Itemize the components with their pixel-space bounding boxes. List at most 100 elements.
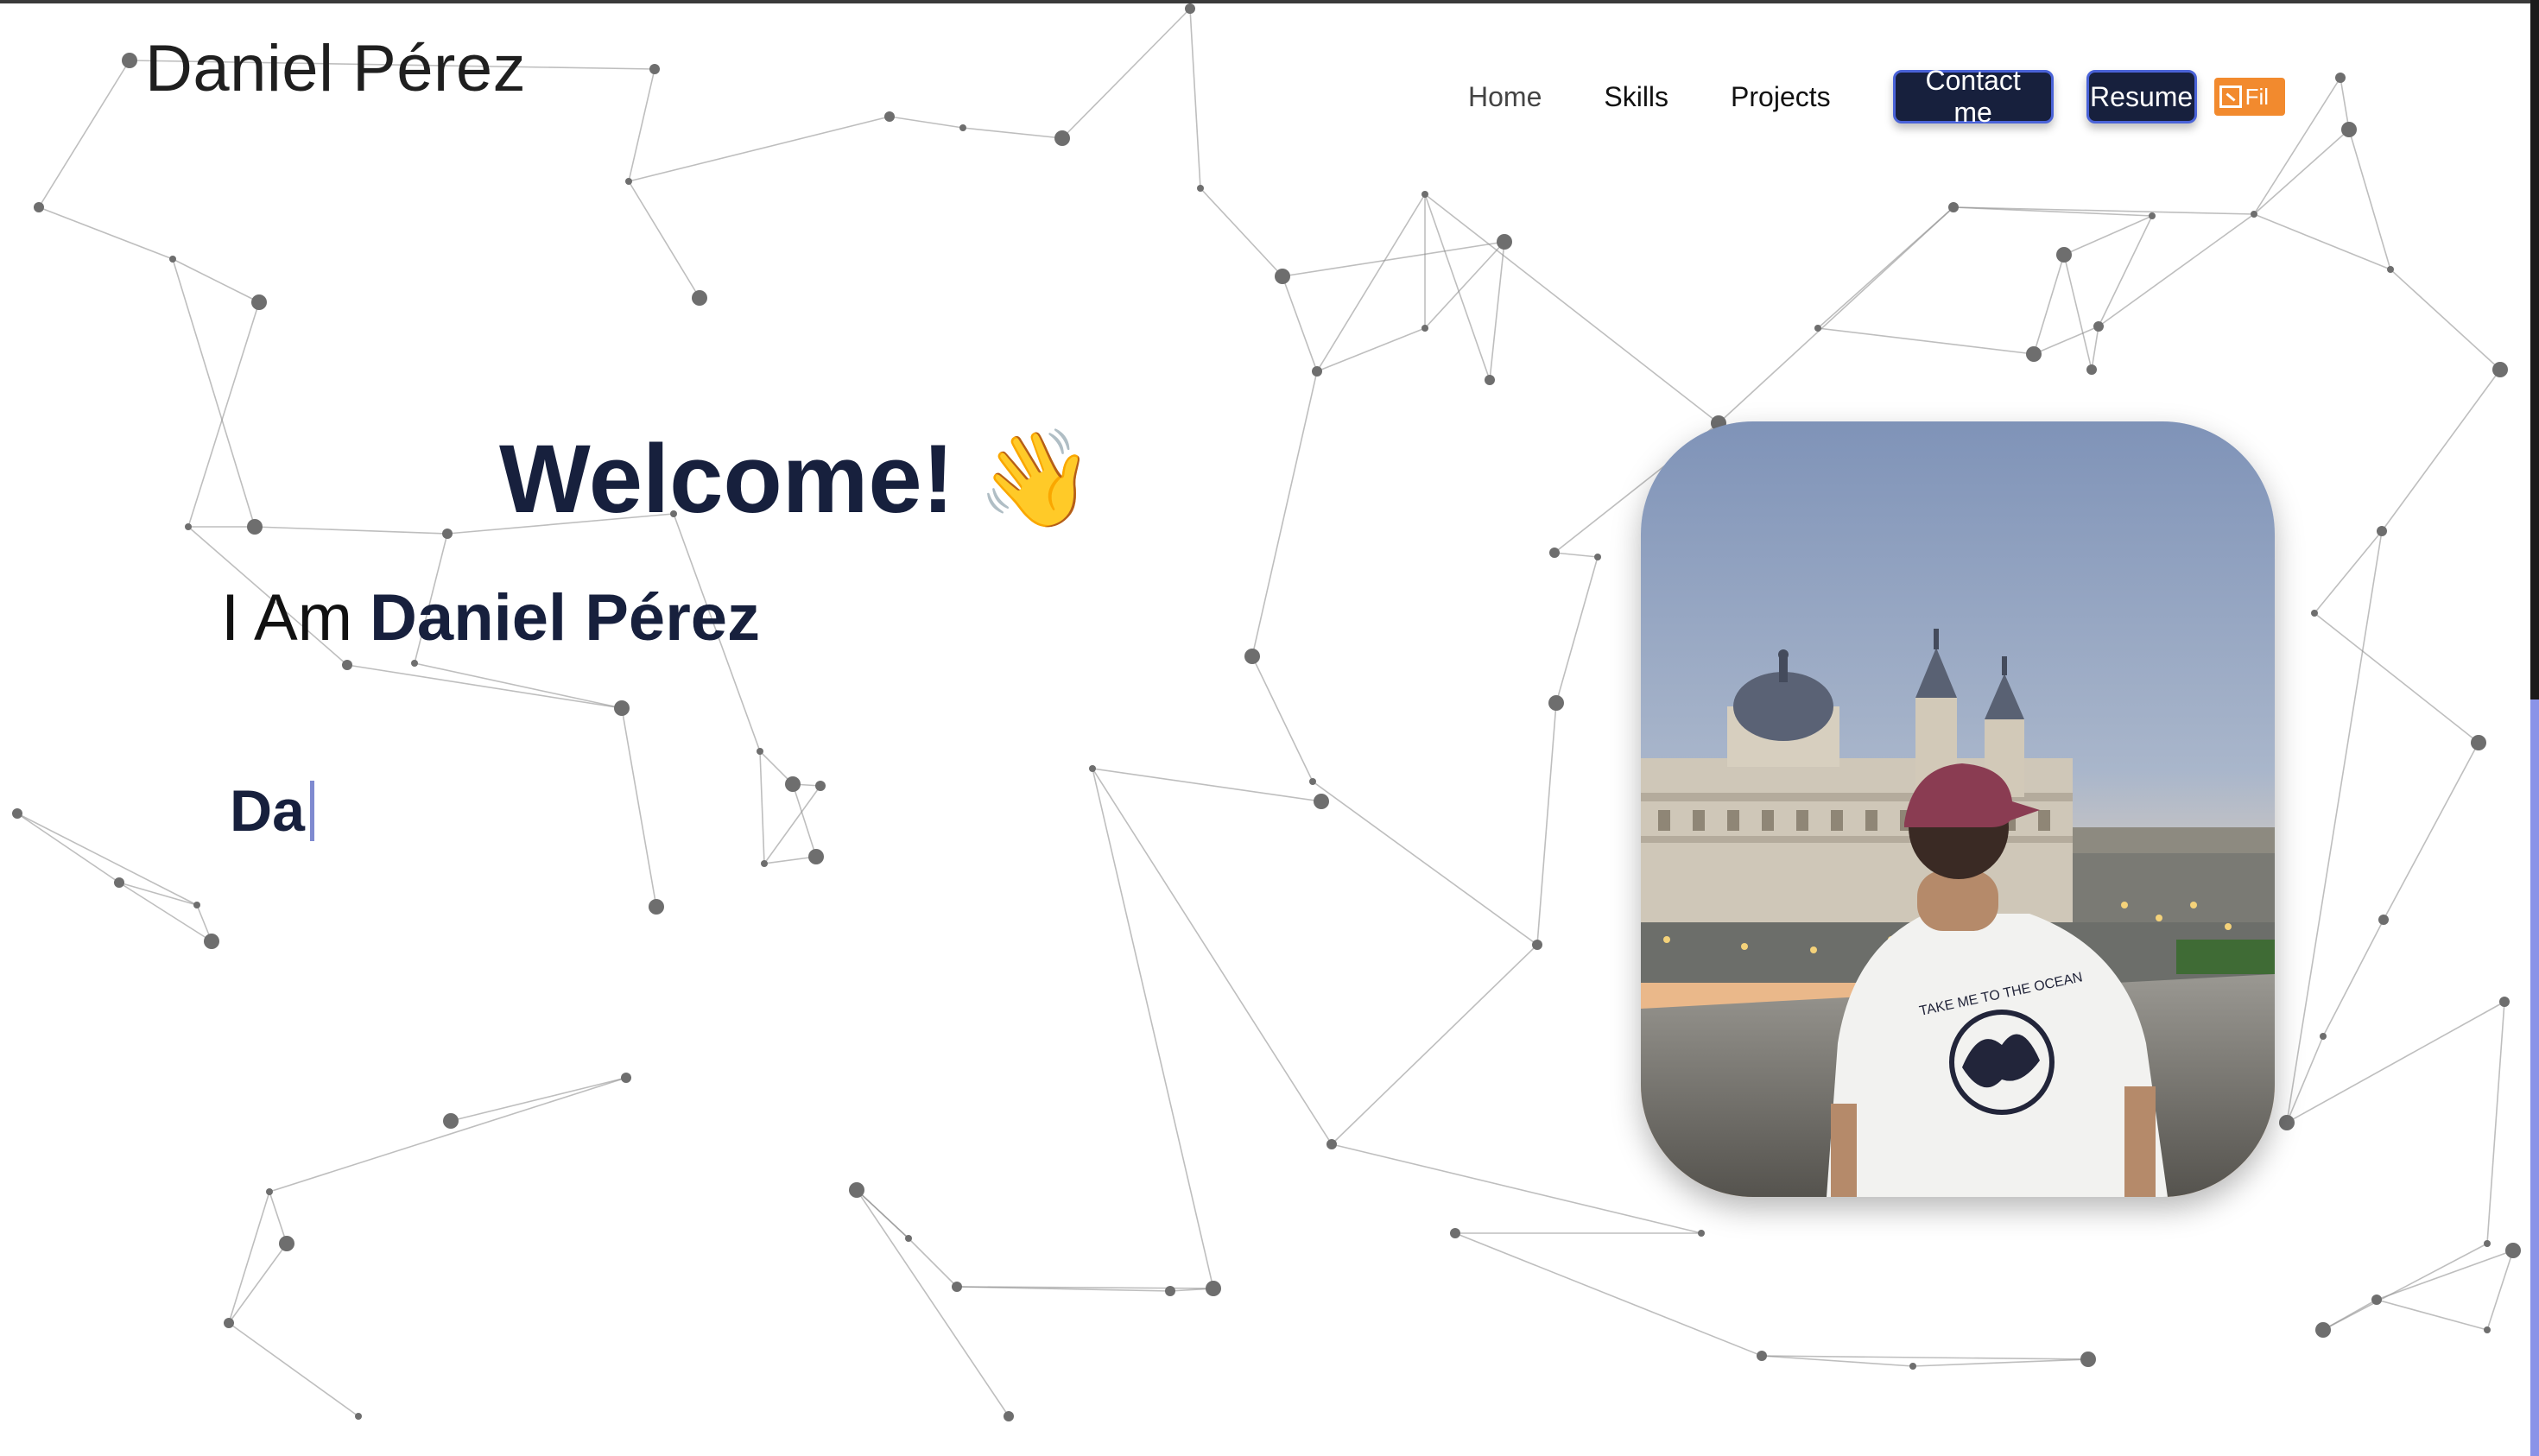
network-node [2341,122,2357,137]
network-link [1489,241,1505,381]
network-node [2026,346,2042,362]
network-link [2390,269,2501,370]
typing-caret [309,781,314,841]
network-link [2314,530,2383,614]
network-link [2486,1250,2514,1331]
network-link [2376,1299,2488,1331]
typed-text: Da [230,778,305,844]
network-node [2378,915,2389,925]
scrollbar-thumb[interactable] [2530,700,2539,1456]
network-link [2286,530,2383,1124]
external-file-icon [2219,85,2242,108]
network-node [1314,794,1329,809]
network-link [2322,1299,2378,1331]
network-link [759,750,765,864]
network-node [1275,269,1290,284]
nav-skills-link[interactable]: Skills [1604,81,1668,113]
network-link [1424,241,1505,329]
network-link [1331,944,1538,1145]
network-link [2314,612,2479,744]
network-link [1316,327,1426,372]
network-link [2063,215,2153,256]
network-node [1757,1351,1767,1361]
network-link [763,856,817,864]
network-link [1718,206,1954,424]
network-node [1089,765,1096,772]
network-link [414,662,623,709]
network-link [1200,187,1283,277]
network-node [1450,1228,1460,1238]
network-node [2056,247,2072,263]
network-node [279,1236,294,1251]
network-link [1554,552,1599,558]
network-node [1594,554,1601,560]
network-node [185,523,192,530]
network-node [247,519,263,535]
network-link [889,116,964,129]
network-link [2322,919,2384,1037]
network-link [856,1189,1010,1417]
network-node [1549,548,1560,558]
network-node [2251,211,2257,218]
network-node [114,877,124,888]
network-link [172,258,256,528]
network-link [1312,781,1538,946]
file-badge[interactable]: Fil [2213,78,2285,116]
network-link [346,664,623,709]
network-node [1054,130,1070,146]
network-node [1909,1363,1916,1370]
network-node [905,1235,912,1242]
network-node [1497,234,1512,250]
network-node [2335,73,2346,83]
network-node [251,294,267,310]
network-link [2033,326,2099,355]
network-node [692,290,707,306]
network-node [224,1318,234,1328]
network-node [952,1282,962,1292]
waving-hand-icon: 👋 [976,426,1095,532]
page-scrollbar[interactable] [2530,0,2539,1456]
network-node [1004,1411,1014,1421]
network-node [1165,1286,1175,1296]
nav-projects-link[interactable]: Projects [1731,81,1831,113]
network-node [442,529,453,539]
nav-home-link[interactable]: Home [1468,81,1542,113]
network-node [1206,1281,1221,1296]
network-node [849,1182,864,1198]
intro-name: Daniel Pérez [370,581,761,655]
network-link [1092,768,1333,1145]
network-node [815,781,826,791]
network-link [2322,1243,2488,1331]
network-node [342,660,352,670]
network-node [2471,735,2486,750]
network-node [1326,1139,1337,1149]
network-node [2086,364,2097,375]
network-link [2063,254,2093,370]
network-link [2340,77,2350,130]
network-link [172,258,260,303]
network-link [1092,768,1322,802]
network-node [355,1413,362,1420]
network-node [1197,185,1204,192]
main-nav: Home Skills Projects Contact me Resume F… [1468,45,2285,149]
resume-button[interactable]: Resume [2086,70,2197,123]
network-link [1424,193,1491,381]
network-node [959,124,966,131]
network-node [884,111,895,122]
network-link [1912,1358,2089,1367]
site-brand[interactable]: Daniel Pérez [145,31,526,106]
network-link [1454,1232,1763,1357]
network-node [1532,940,1542,950]
file-badge-label: Fil [2245,83,2270,110]
network-node [193,902,200,908]
network-link [2033,254,2065,355]
network-link [118,882,212,942]
contact-me-button[interactable]: Contact me [1892,65,2054,128]
network-link [621,707,657,908]
network-node [2371,1295,2382,1305]
network-node [12,808,22,819]
network-node [785,776,801,792]
network-link [628,68,655,182]
network-link [2383,742,2479,921]
network-link [2253,213,2391,270]
